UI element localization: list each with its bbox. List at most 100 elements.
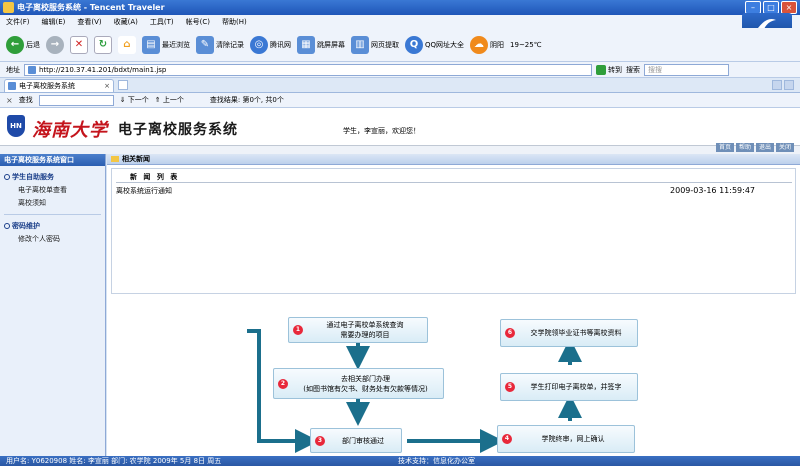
home-icon: ⌂ xyxy=(118,35,136,54)
menu-tools[interactable]: 工具(T) xyxy=(150,17,174,27)
temperature: 19~25℃ xyxy=(510,40,542,49)
flow-step-5: 5 学生打印电子离校单，并签字 xyxy=(500,373,638,401)
news-divider xyxy=(116,182,792,183)
page-icon xyxy=(28,65,36,74)
stop-button[interactable]: ✕ xyxy=(70,35,88,54)
refresh-icon: ↻ xyxy=(94,35,112,54)
stop-icon: ✕ xyxy=(70,35,88,54)
find-label: 查找 xyxy=(18,96,33,104)
expand-icon xyxy=(4,223,10,229)
sidebar-title: 电子离校服务系统窗口 xyxy=(0,154,105,166)
university-emblem-icon: HN xyxy=(7,115,25,137)
forward-arrow-icon: → xyxy=(46,35,64,54)
window-title: 电子离校服务系统 - Tencent Traveler xyxy=(17,3,165,12)
nav-home[interactable]: 首页 xyxy=(715,143,734,152)
go-icon xyxy=(596,64,606,75)
window-titlebar: 电子离校服务系统 - Tencent Traveler – □ × xyxy=(0,0,800,15)
flow-step-6: 6 交学院领毕业证书等离校资料 xyxy=(500,319,638,347)
menu-view[interactable]: 查看(V) xyxy=(77,17,101,27)
menu-file[interactable]: 文件(F) xyxy=(6,17,30,27)
step-number: 2 xyxy=(278,378,288,389)
nav-logout[interactable]: 退出 xyxy=(755,143,774,152)
step-number: 5 xyxy=(505,382,515,392)
tab-close-all-icon[interactable] xyxy=(784,80,794,90)
weather-button[interactable]: ☁ 阴阳 xyxy=(470,35,504,54)
site-header: HN 海南大学 电子离校服务系统 学生，李宣丽，欢迎您！ xyxy=(0,108,800,146)
find-result: 查找结果: 第0个, 共0个 xyxy=(209,96,284,104)
search-input[interactable]: 搜搜 xyxy=(644,63,729,76)
menu-favorites[interactable]: 收藏(A) xyxy=(114,17,138,27)
folder-icon xyxy=(111,156,119,162)
nav-help[interactable]: 帮助 xyxy=(735,143,754,152)
tab-bar: 电子离校服务系统 × xyxy=(0,78,800,93)
tab-elearning[interactable]: 电子离校服务系统 × xyxy=(4,79,114,92)
sidebar-group-password[interactable]: 密码维护 xyxy=(0,221,105,231)
flow-step-3: 3 部门审核通过 xyxy=(310,428,402,453)
find-next-button[interactable]: ⇓ 下一个 xyxy=(120,95,149,105)
step-number: 4 xyxy=(502,434,512,444)
breadcrumb: 相关新闻 xyxy=(107,154,800,165)
split-screen-button[interactable]: ▦ 跳屏屏幕 xyxy=(297,35,345,54)
main-content: 相关新闻 新 闻 列 表 离校系统运行通知 2009-03-16 11:59:4… xyxy=(107,154,800,456)
weather-icon: ☁ xyxy=(470,35,489,54)
tab-list-icon[interactable] xyxy=(772,80,782,90)
sidebar-item-view-form[interactable]: 电子离校单查看 xyxy=(0,185,105,195)
tencent-icon: ◎ xyxy=(250,35,268,54)
search-label: 搜索 xyxy=(626,65,640,74)
flow-arrows xyxy=(247,329,582,453)
sidebar-item-notice[interactable]: 离校须知 xyxy=(0,198,105,208)
close-tab-icon[interactable]: × xyxy=(104,82,110,90)
sidebar: 电子离校服务系统窗口 学生自助服务 电子离校单查看 离校须知 密码维护 修改个人… xyxy=(0,154,106,456)
address-label: 地址 xyxy=(6,65,20,74)
extract-icon: ▥ xyxy=(351,35,369,54)
tencent-button[interactable]: ◎ 腾讯网 xyxy=(250,35,291,54)
clear-history-button[interactable]: ✎ 清除记录 xyxy=(196,35,244,54)
news-list: 新 闻 列 表 离校系统运行通知 2009-03-16 11:59:47 xyxy=(111,168,796,294)
back-button[interactable]: ← 后退 xyxy=(6,35,40,54)
browser-toolbar: ← 后退 → ✕ ↻ ⌂ ▤ 最近浏览 ✎ 清除记录 ◎ 腾讯网 ▦ 跳屏屏幕 … xyxy=(0,28,800,62)
expand-icon xyxy=(4,174,10,180)
sidebar-item-change-password[interactable]: 修改个人密码 xyxy=(0,234,105,244)
split-screen-icon: ▦ xyxy=(297,35,315,54)
menu-account[interactable]: 帐号(C) xyxy=(186,17,210,27)
flow-step-4: 4 学院终审，网上确认 xyxy=(497,425,635,453)
app-icon xyxy=(3,2,14,13)
nav-close[interactable]: 关闭 xyxy=(775,143,794,152)
menu-edit[interactable]: 编辑(E) xyxy=(42,17,66,27)
find-input[interactable] xyxy=(38,94,114,106)
qq-sites-button[interactable]: Q QQ网址大全 xyxy=(405,35,464,54)
address-url: http://210.37.41.201/bdxt/main1.jsp xyxy=(39,65,167,74)
qq-search-icon: Q xyxy=(405,35,423,54)
university-name: 海南大学 xyxy=(32,120,108,141)
sidebar-divider xyxy=(4,214,101,215)
process-flowchart: 1 通过电子离校单系统查询 需要办理的项目 2 去相关部门办理 (如图书馆有欠书… xyxy=(107,296,800,456)
status-bar: 用户名: Y0620908 姓名: 李宣丽 部门: 农学院 2009年 5月 8… xyxy=(0,456,800,466)
new-tab-button[interactable] xyxy=(118,80,128,90)
flow-step-1: 1 通过电子离校单系统查询 需要办理的项目 xyxy=(288,317,428,343)
refresh-button[interactable]: ↻ xyxy=(94,35,112,54)
tech-support: 技术支持：信息化办公室 xyxy=(398,457,475,465)
welcome-text: 学生，李宣丽，欢迎您！ xyxy=(343,127,420,135)
news-item-title[interactable]: 离校系统运行通知 xyxy=(116,186,172,196)
tab-tools xyxy=(772,80,794,90)
step-number: 6 xyxy=(505,328,515,338)
recent-button[interactable]: ▤ 最近浏览 xyxy=(142,35,190,54)
forward-button[interactable]: → xyxy=(46,35,64,54)
menu-help[interactable]: 帮助(H) xyxy=(222,17,247,27)
topnav-strip xyxy=(0,146,800,154)
news-list-title: 新 闻 列 表 xyxy=(130,173,180,181)
address-bar: 地址 http://210.37.41.201/bdxt/main1.jsp 转… xyxy=(0,62,800,78)
user-info: 用户名: Y0620908 姓名: 李宣丽 部门: 农学院 2009年 5月 8… xyxy=(6,457,222,465)
home-button[interactable]: ⌂ xyxy=(118,35,136,54)
step-number: 1 xyxy=(293,325,303,335)
top-nav: 首页 帮助 退出 关闭 xyxy=(715,143,794,152)
sidebar-group-student[interactable]: 学生自助服务 xyxy=(0,172,105,182)
address-input[interactable]: http://210.37.41.201/bdxt/main1.jsp xyxy=(24,63,592,76)
webpage-extract-button[interactable]: ▥ 网页提取 xyxy=(351,35,399,54)
find-prev-button[interactable]: ⇑ 上一个 xyxy=(155,95,184,105)
flow-step-2: 2 去相关部门办理 (如图书馆有欠书、财务处有欠款等情况) xyxy=(273,368,444,399)
system-name: 电子离校服务系统 xyxy=(118,122,238,138)
back-arrow-icon: ← xyxy=(6,35,24,54)
close-find-icon[interactable]: × xyxy=(6,96,13,105)
go-button[interactable]: 转到 xyxy=(596,64,622,75)
